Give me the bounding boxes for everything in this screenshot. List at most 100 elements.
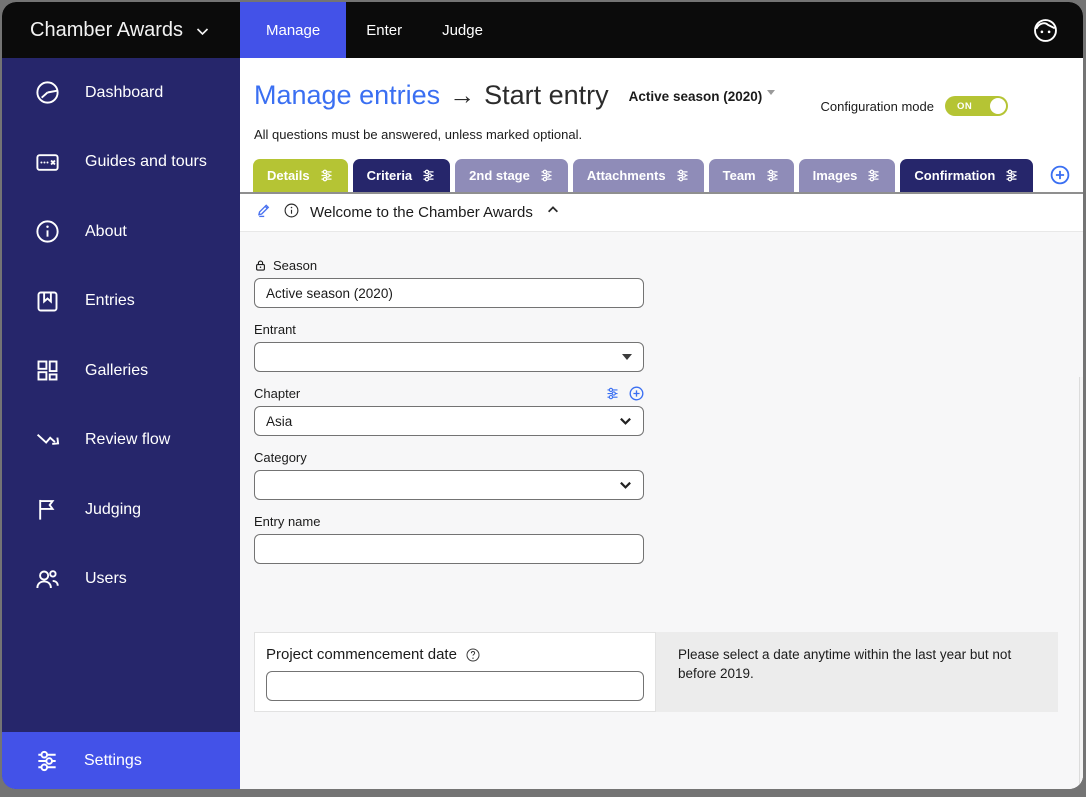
top-nav-label: Manage bbox=[266, 22, 320, 39]
tab-2nd-stage[interactable]: 2nd stage bbox=[455, 159, 568, 192]
date-question-label: Project commencement date bbox=[266, 646, 457, 663]
field-season: Season Active season (2020) bbox=[254, 258, 644, 308]
top-nav-judge[interactable]: Judge bbox=[422, 2, 503, 58]
account-menu[interactable] bbox=[1032, 2, 1083, 58]
page-title: Start entry bbox=[484, 80, 609, 111]
pencil-edit-icon bbox=[257, 202, 273, 218]
category-select[interactable] bbox=[254, 470, 644, 500]
caret-down-icon bbox=[767, 90, 775, 95]
entry-name-input[interactable] bbox=[254, 534, 644, 564]
collapse-section-button[interactable] bbox=[543, 203, 560, 222]
plus-circle-icon bbox=[1050, 165, 1070, 185]
tab-team[interactable]: Team bbox=[709, 159, 794, 192]
breadcrumb-arrow: → bbox=[449, 80, 475, 111]
field-category: Category bbox=[254, 450, 644, 500]
field-label-row: Chapter bbox=[254, 386, 644, 401]
season-value: Active season (2020) bbox=[266, 286, 393, 301]
project-commencement-date-input[interactable] bbox=[266, 671, 644, 701]
field-label: Entrant bbox=[254, 322, 296, 337]
sidebar-item-dashboard[interactable]: Dashboard bbox=[2, 58, 240, 128]
mini-sliders-icon[interactable] bbox=[605, 386, 620, 401]
tab-label: Criteria bbox=[367, 168, 413, 183]
date-question-help-panel: Please select a date anytime within the … bbox=[656, 632, 1058, 712]
sidebar-item-entries[interactable]: Entries bbox=[2, 267, 240, 337]
chapter-select[interactable]: Asia bbox=[254, 406, 644, 436]
tab-sliders-icon bbox=[539, 168, 554, 183]
form-column: Season Active season (2020) Entrant bbox=[254, 258, 644, 564]
app-window: Chamber Awards Manage Enter Judge bbox=[2, 2, 1083, 789]
people-icon bbox=[34, 566, 61, 593]
sidebar-item-label: Dashboard bbox=[85, 84, 163, 102]
tab-criteria[interactable]: Criteria bbox=[353, 159, 451, 192]
toggle-knob bbox=[990, 98, 1006, 114]
flag-icon bbox=[34, 496, 61, 523]
top-nav-manage[interactable]: Manage bbox=[240, 2, 346, 58]
top-bar: Chamber Awards Manage Enter Judge bbox=[2, 2, 1083, 58]
chapter-value: Asia bbox=[266, 414, 292, 429]
sidebar-item-users[interactable]: Users bbox=[2, 545, 240, 615]
help-text: Please select a date anytime within the … bbox=[678, 647, 1011, 681]
sidebar-item-settings[interactable]: Settings bbox=[2, 732, 240, 789]
field-label-row: Category bbox=[254, 450, 644, 465]
sidebar-item-judging[interactable]: Judging bbox=[2, 475, 240, 545]
season-selector-value: Active season (2020) bbox=[629, 89, 763, 104]
entry-tab-strip: Details Criteria 2nd stage Attachments T… bbox=[240, 159, 1083, 194]
chevron-down-icon bbox=[619, 479, 632, 492]
season-selector-dropdown[interactable]: Active season (2020) bbox=[629, 89, 776, 104]
app-switcher[interactable]: Chamber Awards bbox=[2, 2, 240, 58]
lock-icon bbox=[254, 259, 267, 272]
sidebar: Dashboard Guides and tours About bbox=[2, 58, 240, 789]
sidebar-item-galleries[interactable]: Galleries bbox=[2, 336, 240, 406]
tab-details[interactable]: Details bbox=[253, 159, 348, 192]
main-panel: Manage entries → Start entry Active seas… bbox=[240, 58, 1083, 789]
chevron-down-icon bbox=[195, 24, 210, 39]
season-input[interactable]: Active season (2020) bbox=[254, 278, 644, 308]
field-entry-name: Entry name bbox=[254, 514, 644, 564]
top-bar-spacer bbox=[503, 2, 1032, 58]
plus-circle-icon[interactable] bbox=[629, 386, 644, 401]
add-tab-button[interactable] bbox=[1050, 165, 1070, 185]
brand-title: Chamber Awards bbox=[30, 19, 183, 42]
tab-label: 2nd stage bbox=[469, 168, 530, 183]
sidebar-item-label: Settings bbox=[84, 752, 142, 770]
scrollbar-track[interactable] bbox=[1079, 377, 1083, 789]
tab-confirmation[interactable]: Confirmation bbox=[900, 159, 1033, 192]
page-header: Manage entries → Start entry Active seas… bbox=[240, 58, 1083, 142]
top-nav-label: Enter bbox=[366, 22, 402, 39]
date-question-label-row: Project commencement date bbox=[266, 646, 644, 663]
sidebar-item-label: Guides and tours bbox=[85, 153, 207, 171]
tab-sliders-icon bbox=[1004, 168, 1019, 183]
edit-section-button[interactable] bbox=[257, 202, 273, 223]
sidebar-item-guides-and-tours[interactable]: Guides and tours bbox=[2, 128, 240, 198]
sliders-icon bbox=[34, 748, 60, 774]
field-chapter: Chapter Asia bbox=[254, 386, 644, 436]
flow-arrow-icon bbox=[34, 427, 61, 454]
sidebar-item-label: Galleries bbox=[85, 362, 148, 380]
sidebar-item-label: Users bbox=[85, 570, 127, 588]
tab-sliders-icon bbox=[765, 168, 780, 183]
tab-images[interactable]: Images bbox=[799, 159, 896, 192]
grid-layout-icon bbox=[34, 357, 61, 384]
bookmark-icon bbox=[34, 288, 61, 315]
dashboard-gauge-icon bbox=[34, 79, 61, 106]
body-row: Dashboard Guides and tours About bbox=[2, 58, 1083, 789]
sidebar-item-review-flow[interactable]: Review flow bbox=[2, 406, 240, 476]
configuration-mode-toggle[interactable]: ON bbox=[945, 96, 1008, 116]
form-content: Season Active season (2020) Entrant bbox=[240, 232, 1083, 789]
sidebar-item-about[interactable]: About bbox=[2, 197, 240, 267]
section-info-icon bbox=[283, 202, 300, 224]
field-label: Chapter bbox=[254, 386, 300, 401]
tab-sliders-icon bbox=[675, 168, 690, 183]
top-nav-enter[interactable]: Enter bbox=[346, 2, 422, 58]
sidebar-item-label: Entries bbox=[85, 292, 135, 310]
tab-label: Team bbox=[723, 168, 756, 183]
help-circle-icon[interactable] bbox=[465, 647, 481, 663]
date-question-card: Project commencement date bbox=[254, 632, 656, 712]
info-circle-icon bbox=[283, 202, 300, 219]
section-title: Welcome to the Chamber Awards bbox=[310, 204, 533, 221]
info-circle-icon bbox=[34, 218, 61, 245]
entrant-dropdown[interactable] bbox=[254, 342, 644, 372]
tab-attachments[interactable]: Attachments bbox=[573, 159, 704, 192]
field-label-row: Entrant bbox=[254, 322, 644, 337]
breadcrumb-manage-entries-link[interactable]: Manage entries bbox=[254, 80, 440, 111]
